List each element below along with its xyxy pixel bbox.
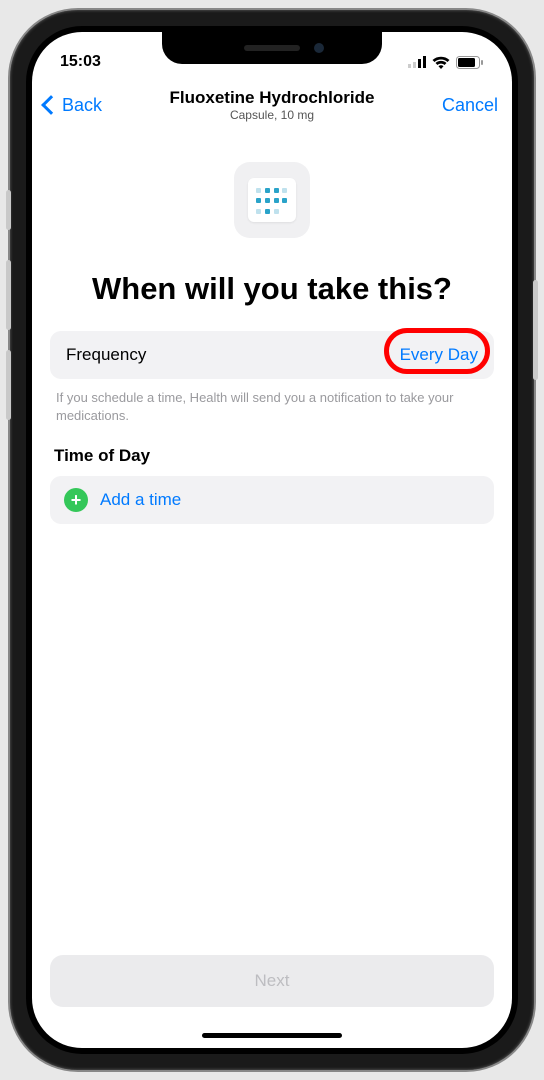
page-title: Fluoxetine Hydrochloride	[102, 88, 442, 108]
frequency-row[interactable]: Frequency Every Day	[50, 331, 494, 379]
back-button[interactable]: Back	[38, 95, 102, 116]
nav-title-block: Fluoxetine Hydrochloride Capsule, 10 mg	[102, 88, 442, 122]
schedule-illustration	[234, 162, 310, 238]
add-time-button[interactable]: + Add a time	[50, 476, 494, 524]
home-indicator[interactable]	[202, 1033, 342, 1038]
calendar-icon	[248, 178, 296, 222]
battery-icon	[456, 56, 484, 69]
frequency-value: Every Day	[400, 345, 478, 365]
page-subtitle: Capsule, 10 mg	[102, 108, 442, 122]
wifi-icon	[432, 56, 450, 69]
plus-icon: +	[64, 488, 88, 512]
next-button[interactable]: Next	[50, 955, 494, 1007]
chevron-left-icon	[41, 95, 61, 115]
nav-bar: Back Fluoxetine Hydrochloride Capsule, 1…	[32, 80, 512, 130]
device-notch	[162, 32, 382, 64]
back-label: Back	[62, 95, 102, 116]
status-time: 15:03	[60, 53, 101, 71]
frequency-label: Frequency	[66, 345, 146, 365]
cellular-icon	[408, 56, 426, 68]
helper-text: If you schedule a time, Health will send…	[56, 389, 488, 424]
main-heading: When will you take this?	[70, 270, 474, 307]
time-of-day-label: Time of Day	[54, 446, 490, 466]
add-time-label: Add a time	[100, 490, 181, 510]
cancel-button[interactable]: Cancel	[442, 95, 498, 116]
